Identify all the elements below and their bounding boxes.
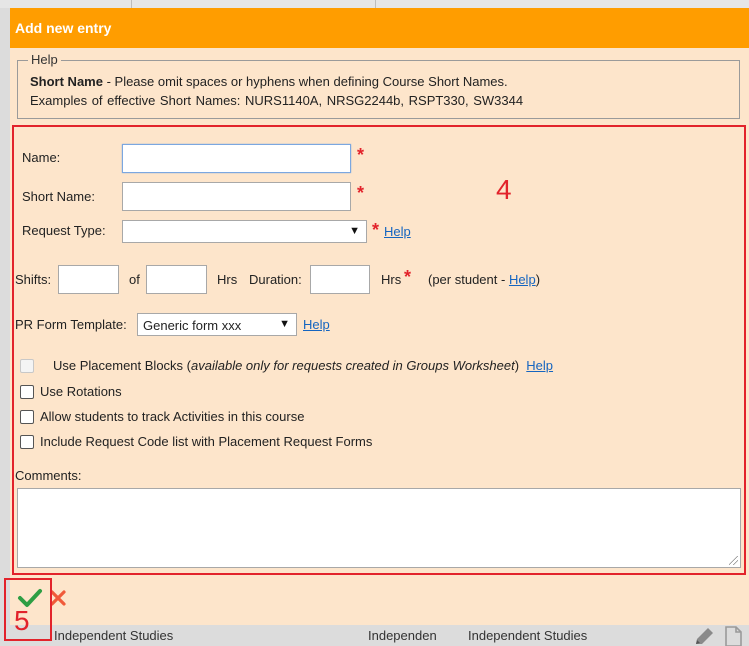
doc-icon[interactable]: [724, 626, 742, 646]
help-text-line2: Examples of effective Short Names: NURS1…: [30, 93, 524, 108]
background-header-strip: [0, 0, 749, 8]
annotation-number-5: 5: [14, 605, 30, 636]
dialog-title: Add new entry: [15, 20, 112, 36]
row-cell-course: Independent Studies: [54, 628, 174, 643]
annotation-number-4: 4: [496, 174, 512, 205]
row-cell-type: Independent Studies: [468, 628, 588, 643]
dialog-title-bar: Add new entry: [10, 8, 749, 48]
help-text-line1: Short Name - Please omit spaces or hyphe…: [30, 74, 508, 89]
background-table-row: Independent Studies Independen Independe…: [52, 625, 749, 646]
row-cell-short: Independen: [368, 628, 437, 643]
annotation-box-4: [12, 125, 746, 575]
help-legend: Help: [28, 52, 61, 67]
help-term: Short Name: [30, 74, 103, 89]
edit-icon[interactable]: [693, 627, 715, 646]
help-panel: [17, 60, 740, 119]
help-text-rest: - Please omit spaces or hyphens when def…: [102, 74, 508, 89]
